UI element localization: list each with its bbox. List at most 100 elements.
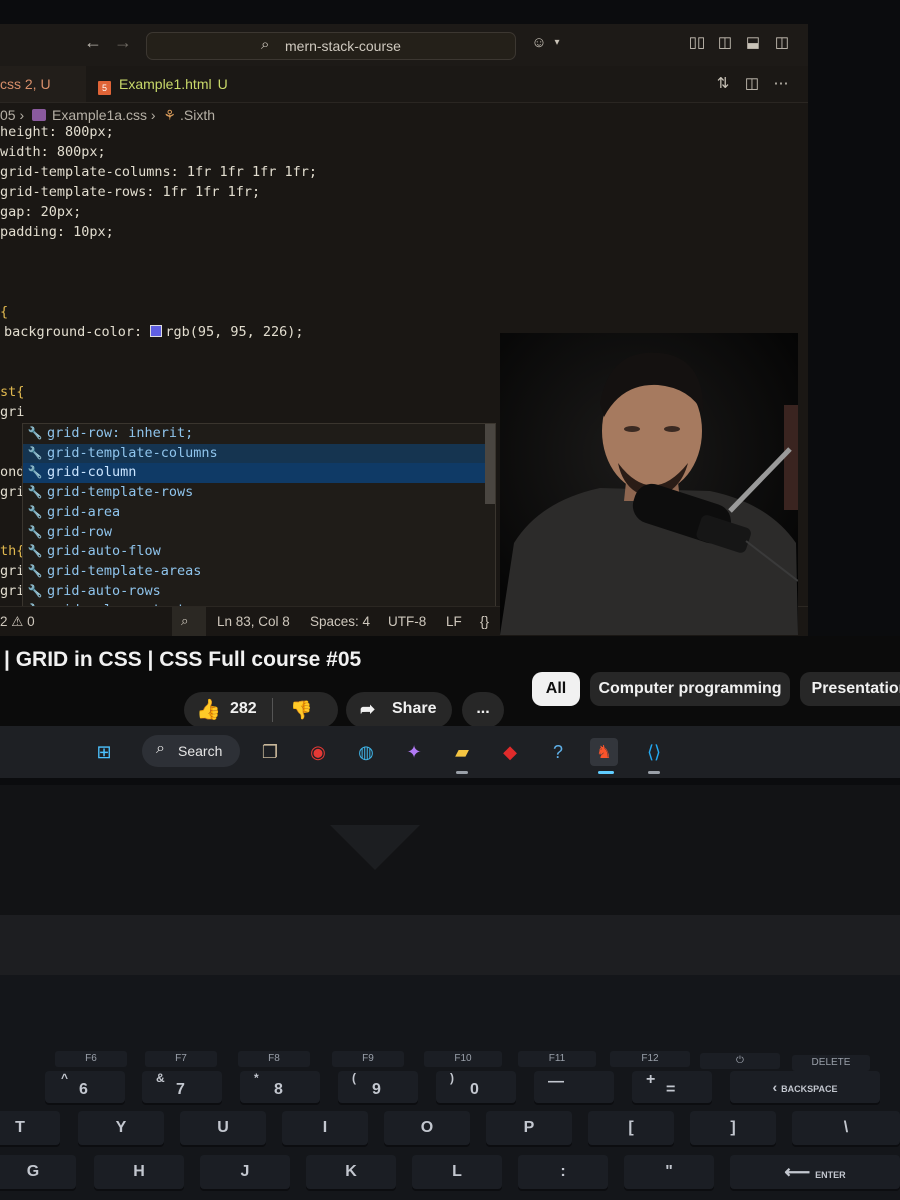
copilot-icon[interactable]: ☺ [530,34,548,52]
key-6[interactable]: ^ 6 [45,1071,125,1103]
split-editor-icon[interactable]: ◫ [743,75,761,93]
git-app-icon[interactable]: ◆ [496,738,524,766]
toggle-secondary-sidebar-icon[interactable]: ◫ [773,34,791,52]
customize-layout-icon[interactable]: ▯▯ [688,34,706,52]
brave-browser-icon[interactable]: ♞ [590,738,618,766]
key-semicolon[interactable]: : [518,1155,608,1189]
key-minus[interactable]: — [534,1071,614,1103]
open-changes-icon[interactable]: ⇅ [714,75,732,93]
key-f11[interactable]: F11 [518,1051,596,1067]
vscode-icon[interactable]: ⟨⟩ [640,738,668,766]
key-left-bracket[interactable]: [ [588,1111,674,1145]
wrench-icon: 🔧 [27,524,43,539]
code-line: background-color: rgb(95, 95, 226); [4,322,303,342]
thumbs-down-icon[interactable]: 👎 [290,693,312,727]
key-right-bracket[interactable]: ] [690,1111,776,1145]
media-player-icon[interactable]: ◉ [304,738,332,766]
key-j[interactable]: J [200,1155,290,1189]
like-dislike-group: 👍 282 👎 [184,692,338,728]
key-p[interactable]: P [486,1111,572,1145]
thumbs-up-icon[interactable]: 👍 [196,693,221,727]
key-f7[interactable]: F7 [145,1051,217,1067]
suggestion-item[interactable]: 🔧 grid-area [23,503,493,523]
more-icon: ... [476,700,490,717]
tab-example1-html[interactable]: 5 Example1.html U [98,66,228,102]
key-f8[interactable]: F8 [238,1051,310,1067]
zoom-button[interactable]: ⌕ [172,607,206,636]
chevron-right-icon: › [19,107,25,123]
problems-count[interactable]: 2 ⚠ 0 [0,614,35,630]
key-i[interactable]: I [282,1111,368,1145]
key-f10[interactable]: F10 [424,1051,502,1067]
key-equals[interactable]: + = [632,1071,712,1103]
language-mode[interactable]: {} [480,614,489,629]
cursor-position[interactable]: Ln 83, Col 8 [217,614,290,629]
brand-logo [330,825,420,870]
forward-arrow-icon[interactable]: → [114,32,132,53]
breadcrumb-selector[interactable]: .Sixth [180,107,215,123]
key-f9[interactable]: F9 [332,1051,404,1067]
suggestion-item[interactable]: 🔧 grid-template-columns [23,443,493,464]
key-f6[interactable]: F6 [55,1051,127,1067]
chip-presentation[interactable]: Presentation [800,672,900,706]
chip-all[interactable]: All [532,672,580,706]
key-l[interactable]: L [412,1155,502,1189]
end-of-line[interactable]: LF [446,614,462,629]
task-view-icon[interactable]: ❐ [256,738,284,766]
toggle-panel-icon[interactable]: ⬓ [744,34,762,52]
selector-icon: ⚘ [163,107,176,123]
key-u[interactable]: U [180,1111,266,1145]
chip-computer-programming[interactable]: Computer programming [590,672,790,706]
key-enter[interactable]: ⟵ ENTER [730,1155,900,1189]
color-swatch[interactable] [150,325,163,337]
key-quote[interactable]: " [624,1155,714,1189]
key-h[interactable]: H [94,1155,184,1189]
like-count[interactable]: 282 [230,692,257,726]
key-y[interactable]: Y [78,1111,164,1145]
key-8[interactable]: * 8 [240,1071,320,1103]
suggestion-item-selected[interactable]: 🔧 grid-column [23,463,493,484]
running-indicator [456,771,468,774]
share-button[interactable]: ➦ Share [346,692,452,728]
breadcrumb-file[interactable]: Example1a.css [52,107,147,123]
key-o[interactable]: O [384,1111,470,1145]
copilot-icon[interactable]: ✦ [400,738,428,766]
windows-start-icon[interactable]: ⊞ [90,738,118,766]
scrollbar-thumb[interactable] [485,424,495,504]
key-0[interactable]: ) 0 [436,1071,516,1103]
tab-example1a-css[interactable]: css 2, U [0,66,86,102]
encoding[interactable]: UTF-8 [388,614,426,629]
suggestion-item[interactable]: 🔧 grid-row [23,523,493,543]
command-center-search[interactable]: ⌕ mern-stack-course [146,32,516,60]
edge-icon[interactable]: ◍ [352,738,380,766]
taskbar-search[interactable]: ⌕ Search [142,735,240,767]
suggestion-item[interactable]: 🔧 grid-row: inherit; [23,424,493,444]
suggestion-item[interactable]: 🔧 grid-auto-rows [23,582,493,602]
windows-taskbar: ⊞ ⌕ Search ❐ ◉ ◍ ✦ ▰ ◆ ? ♞ ⟨⟩ [0,726,900,778]
code-line: grid-template-rows: 1fr 1fr 1fr; [0,184,261,200]
share-label: Share [392,700,437,717]
key-t[interactable]: T [0,1111,60,1145]
key-delete[interactable]: DELETE [792,1055,870,1071]
file-explorer-icon[interactable]: ▰ [448,738,476,766]
chevron-down-icon[interactable]: ▾ [548,34,566,52]
key-k[interactable]: K [306,1155,396,1189]
code-line: gri [0,484,25,500]
key-7[interactable]: & 7 [142,1071,222,1103]
indentation[interactable]: Spaces: 4 [310,614,370,629]
key-f12[interactable]: F12 [610,1051,690,1067]
suggestion-item[interactable]: 🔧 grid-template-areas [23,562,493,582]
toggle-sidebar-icon[interactable]: ◫ [716,34,734,52]
key-9[interactable]: (9 [338,1071,418,1103]
key-backspace[interactable]: ‹ BACKSPACE [730,1071,880,1103]
suggestion-item[interactable]: 🔧 grid-template-rows [23,483,493,503]
key-g[interactable]: G [0,1155,76,1189]
key-backslash[interactable]: \ [792,1111,900,1145]
key-power[interactable]: ⏻ [700,1053,780,1069]
breadcrumb-folder[interactable]: 05 [0,107,16,123]
more-actions-icon[interactable]: ⋯ [772,75,790,93]
suggestion-item[interactable]: 🔧 grid-auto-flow [23,542,493,562]
back-arrow-icon[interactable]: ← [84,32,102,53]
more-button[interactable]: ... [462,692,504,728]
help-icon[interactable]: ? [544,738,572,766]
